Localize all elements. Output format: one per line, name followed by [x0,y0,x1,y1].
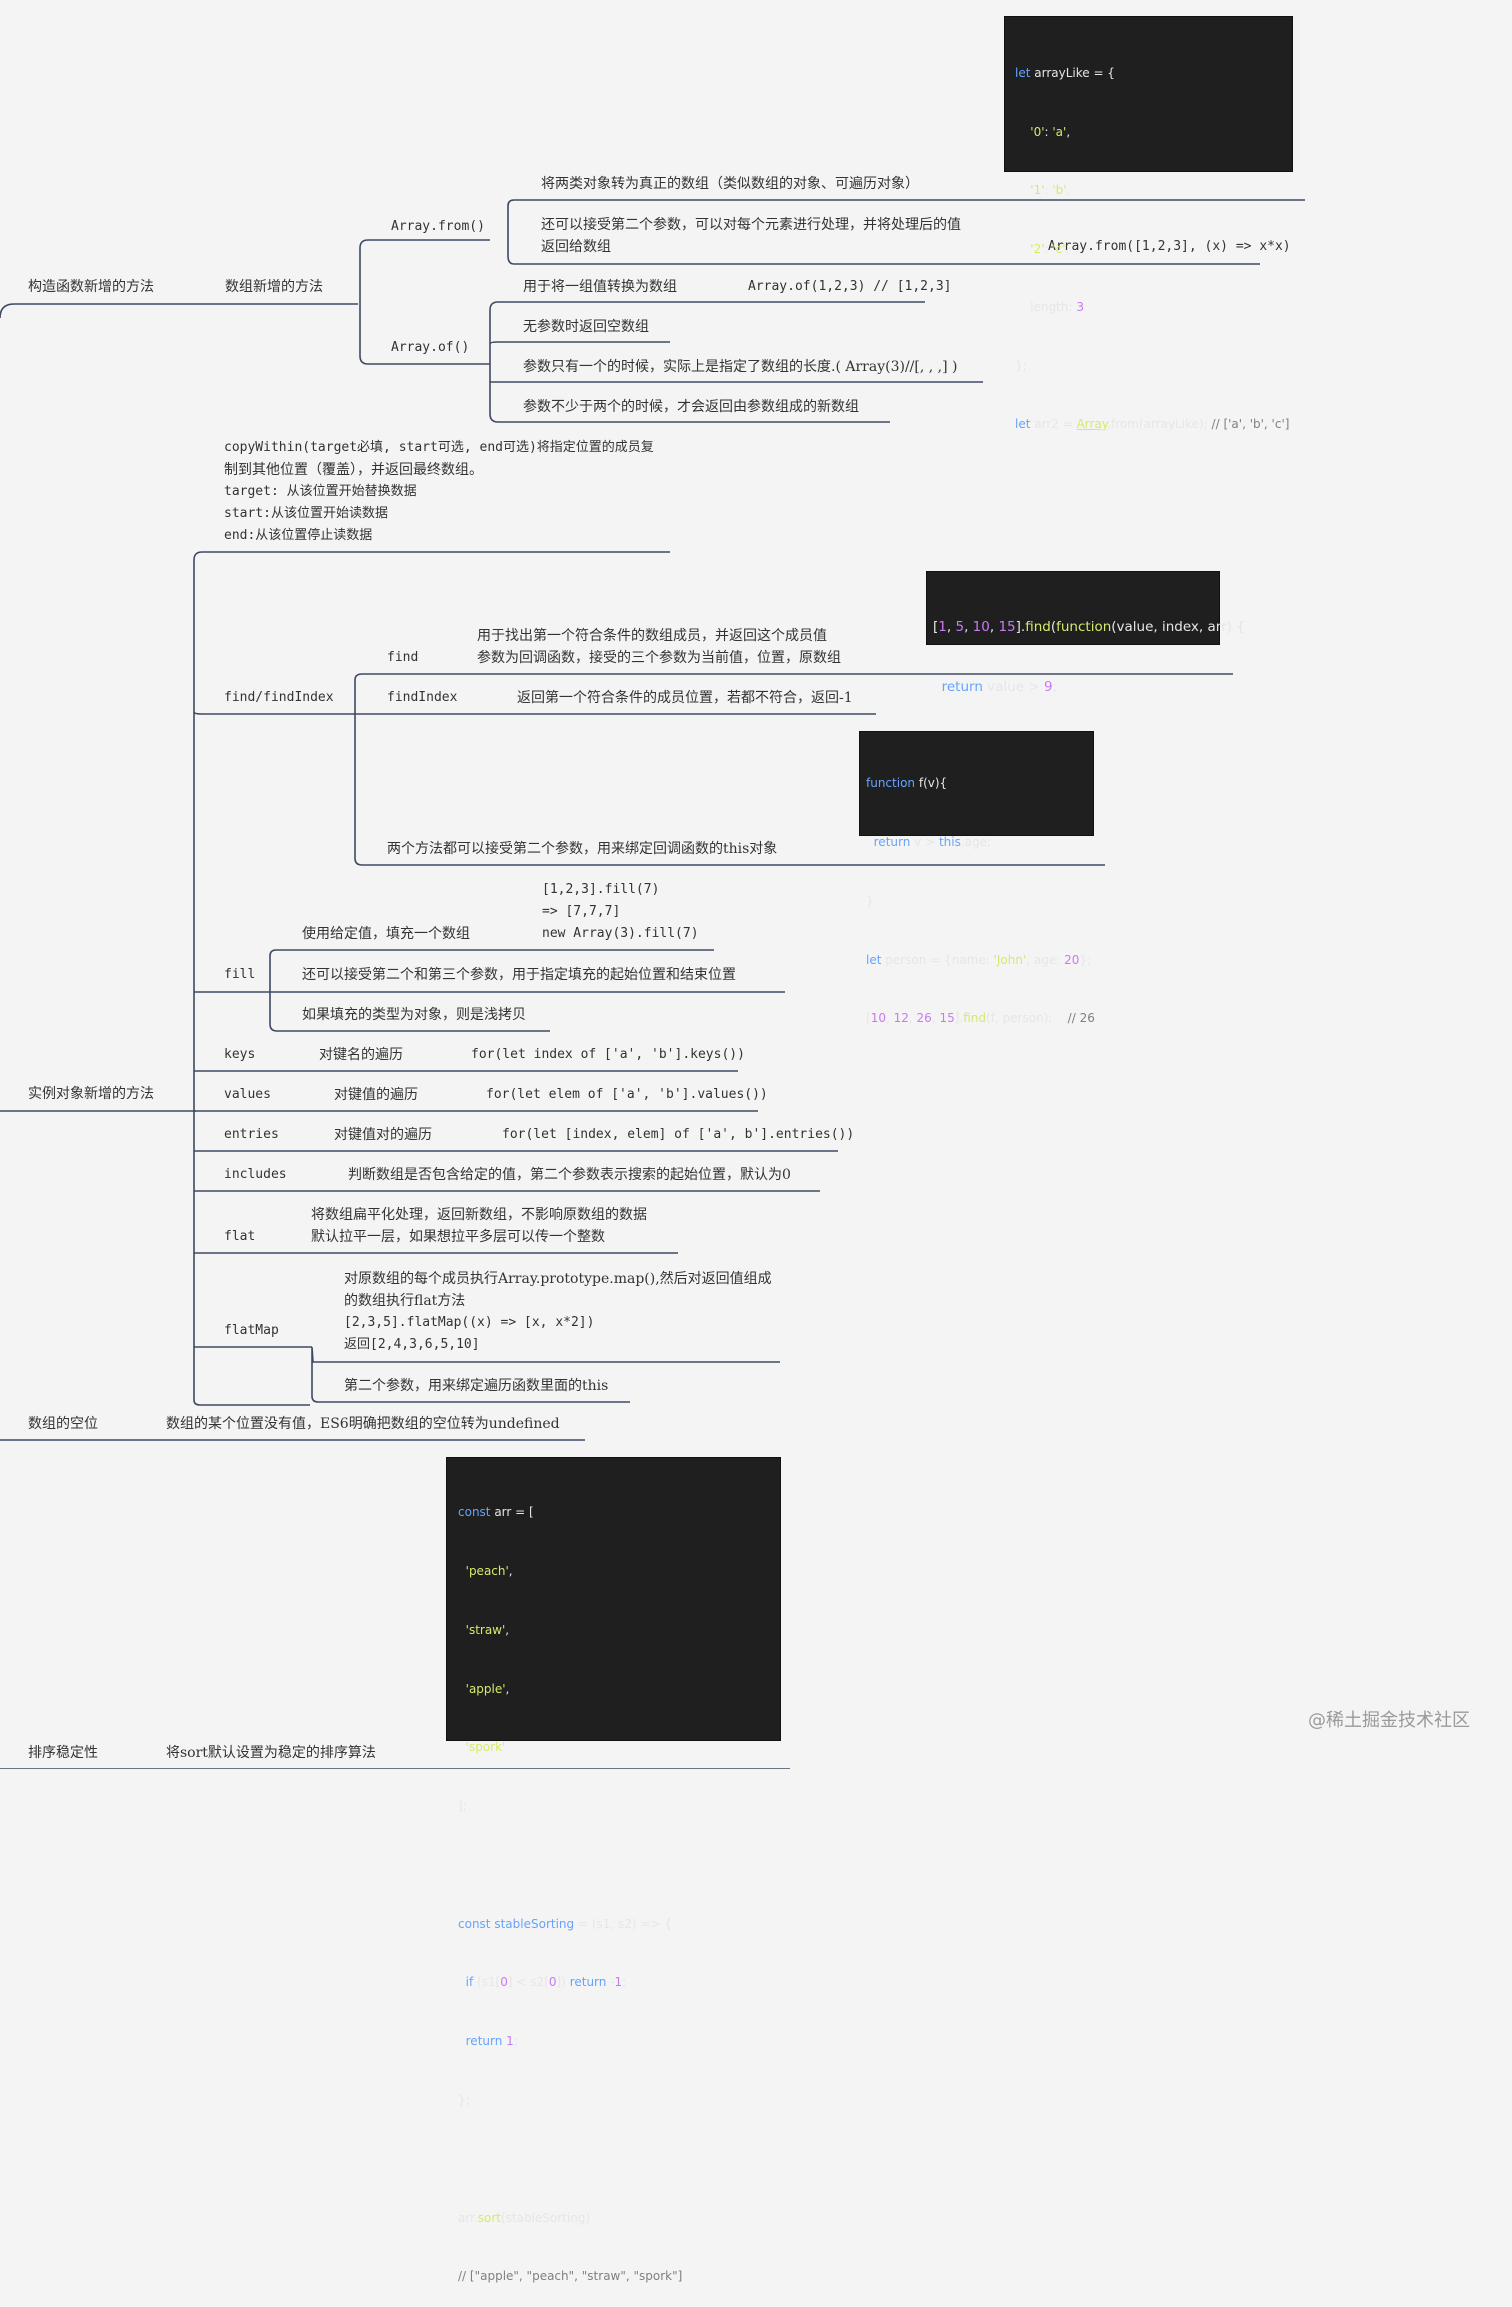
node-flatmap-desc1: 对原数组的每个成员执行Array.prototype.map(),然后对返回值组… [344,1271,772,1287]
node-array-of-desc1: 用于将一组值转换为数组 [523,279,677,295]
node-flat-desc1: 将数组扁平化处理，返回新数组，不影响原数组的数据 [311,1207,647,1223]
node-find: find [387,650,419,665]
node-entries-example: for(let [index, elem] of ['a', b'].entri… [502,1127,855,1142]
node-values-desc: 对键值的遍历 [334,1087,418,1103]
node-keys: keys [224,1047,256,1062]
node-flatmap: flatMap [224,1323,279,1338]
code-array-like: let arrayLike = { '0': 'a', '1': 'b', '2… [1004,16,1293,431]
node-copywithin-line2: 制到其他位置（覆盖），并返回最终数组。 [224,462,483,478]
node-array-holes: 数组的空位 [28,1416,98,1432]
node-array-methods: 数组新增的方法 [225,279,323,295]
node-find-this-desc: 两个方法都可以接受第二个参数，用来绑定回调函数的this对象 [387,841,778,857]
connector-find-branch [193,711,355,715]
node-copywithin-line1: copyWithin(target必填, start可选, end可选)将指定位… [224,440,654,455]
node-array-from-desc2-line1: 还可以接受第二个参数，可以对每个元素进行处理，并将处理后的值 [541,217,961,233]
node-flat-desc2: 默认拉平一层，如果想拉平多层可以传一个整数 [311,1229,605,1245]
node-flatmap-desc3: [2,3,5].flatMap((x) => [x, x*2]) [344,1315,595,1330]
connector-root-constructor [0,303,358,319]
node-includes: includes [224,1167,287,1182]
node-array-of-desc4: 参数不少于两个的时候，才会返回由参数组成的新数组 [523,399,859,415]
node-keys-desc: 对键名的遍历 [319,1047,403,1063]
node-array-of-example: Array.of(1,2,3) // [1,2,3] [748,279,952,294]
node-includes-desc: 判断数组是否包含给定的值，第二个参数表示搜索的起始位置，默认为0 [348,1167,791,1183]
node-flatmap-desc4: 返回[2,4,3,6,5,10] [344,1337,480,1352]
code-find-example: [1, 5, 10, 15].find(function(value, inde… [926,571,1245,755]
node-fill-desc3: 如果填充的类型为对象，则是浅拷贝 [302,1007,526,1023]
node-fill-ex2: => [7,7,7] [542,904,621,919]
node-findindex: findIndex [387,690,458,705]
node-keys-example: for(let index of ['a', 'b'].keys()) [471,1047,745,1062]
node-copywithin-line5: end:从该位置停止读数据 [224,528,373,543]
node-find-desc1: 用于找出第一个符合条件的数组成员，并返回这个成员值 [477,628,827,644]
node-array-holes-desc: 数组的某个位置没有值，ES6明确把数组的空位转为undefined [166,1416,560,1432]
node-array-from-desc1: 将两类对象转为真正的数组（类似数组的对象、可遍历对象） [541,176,919,192]
node-findindex-desc: 返回第一个符合条件的成员位置，若都不符合，返回-1 [517,690,853,706]
node-fill-desc1: 使用给定值，填充一个数组 [302,926,470,942]
node-sort-desc: 将sort默认设置为稳定的排序算法 [166,1745,376,1761]
node-fill: fill [224,967,256,982]
node-fill-ex1: [1,2,3].fill(7) [542,882,660,897]
node-copywithin-line3: target: 从该位置开始替换数据 [224,484,417,499]
code-this-example: function f(v){ return v > this.age; } le… [859,731,1095,1025]
node-entries: entries [224,1127,279,1142]
node-instance-methods: 实例对象新增的方法 [28,1086,154,1102]
node-copywithin-line4: start:从该位置开始读数据 [224,506,388,521]
node-values: values [224,1087,271,1102]
node-array-of-desc3: 参数只有一个的时候，实际上是指定了数组的长度.( Array(3)//[, , … [523,359,958,375]
watermark: @稀土掘金技术社区 [1308,1710,1470,1731]
node-flatmap-desc2: 的数组执行flat方法 [344,1293,466,1309]
node-array-of-desc2: 无参数时返回空数组 [523,319,649,335]
node-flatmap-desc5: 第二个参数，用来绑定遍历函数里面的this [344,1378,609,1394]
node-flat: flat [224,1229,256,1244]
node-array-from: Array.from() [391,219,485,234]
node-find-group: find/findIndex [224,690,334,705]
code-sort-example: const arr = [ 'peach', 'straw', 'apple',… [446,1457,781,2283]
node-entries-desc: 对键值对的遍历 [334,1127,432,1143]
node-array-of: Array.of() [391,340,470,355]
node-fill-ex3: new Array(3).fill(7) [542,926,699,941]
node-fill-desc2: 还可以接受第二个和第三个参数，用于指定填充的起始位置和结束位置 [302,967,736,983]
node-array-from-desc2-line2: 返回给数组 [541,239,611,255]
node-constructor-methods: 构造函数新增的方法 [28,279,154,295]
node-sort-stability: 排序稳定性 [28,1745,98,1761]
node-find-desc2: 参数为回调函数，接受的三个参数为当前值，位置，原数组 [477,650,841,666]
node-values-example: for(let elem of ['a', 'b'].values()) [486,1087,768,1102]
